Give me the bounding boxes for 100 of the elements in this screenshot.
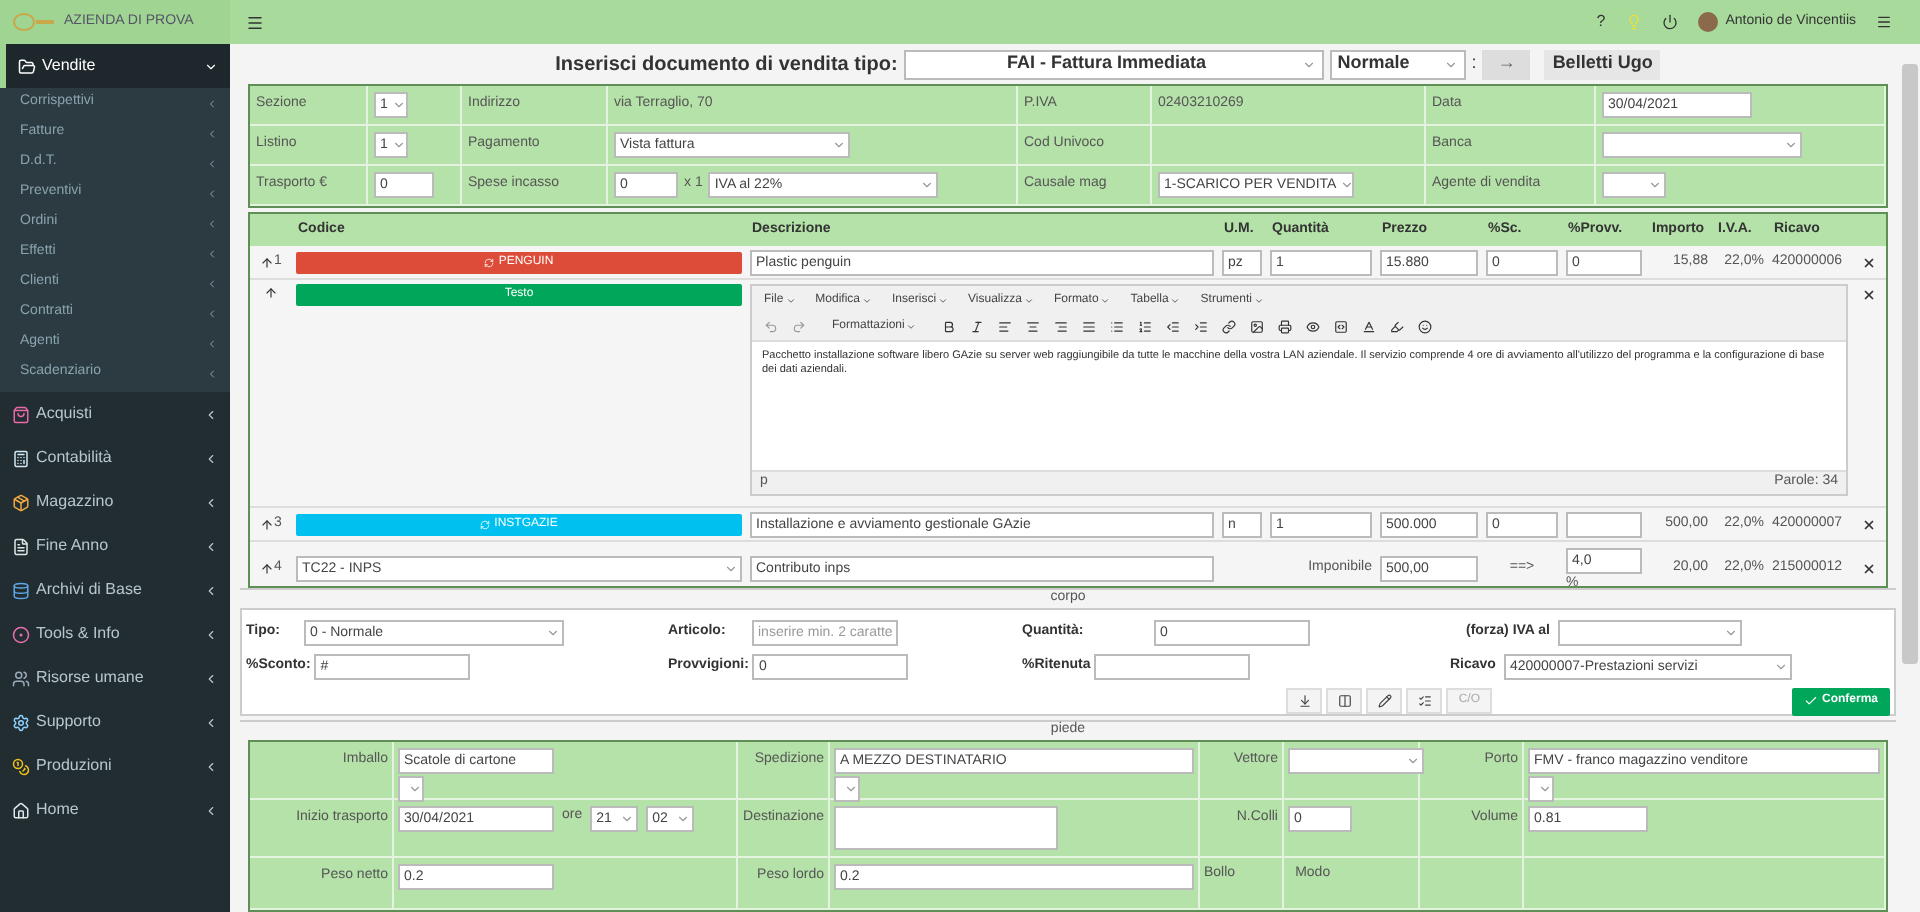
sidebar-item[interactable]: Contabilità	[0, 436, 230, 480]
input-field[interactable]	[1094, 654, 1251, 680]
chevron-left-icon	[204, 583, 218, 597]
sidebar-item[interactable]: Supporto	[0, 700, 230, 744]
chevron-left-icon	[206, 277, 218, 289]
sidebar-item[interactable]: Magazzino	[0, 480, 230, 524]
sidebar-item[interactable]: Vendite	[0, 44, 230, 88]
sidebar-item[interactable]: Acquisti	[0, 392, 230, 436]
chevron-down-icon	[920, 178, 935, 192]
chevron-left-icon	[204, 495, 218, 509]
caret-icon	[785, 295, 796, 305]
italic-icon[interactable]	[970, 320, 985, 334]
numbered-list-icon[interactable]	[1138, 320, 1153, 334]
home-icon	[12, 801, 30, 819]
sidebar-item[interactable]: Risorse umane	[0, 656, 230, 700]
doc-type-select[interactable]: FAI - Fattura Immediata	[903, 49, 1324, 79]
move-up-icon[interactable]	[260, 561, 275, 576]
chevron-down-icon	[1724, 626, 1738, 640]
people-icon	[12, 669, 30, 687]
code-icon[interactable]	[1334, 320, 1349, 334]
outdent-icon[interactable]	[1166, 320, 1181, 334]
justify-icon[interactable]	[1082, 320, 1097, 334]
columns-icon	[1337, 694, 1352, 708]
image-icon[interactable]	[1250, 320, 1265, 334]
tool-button[interactable]	[1366, 688, 1403, 714]
align-right-icon[interactable]	[1054, 320, 1069, 334]
remove-button[interactable]	[1860, 515, 1878, 533]
chevron-left-icon	[206, 157, 218, 169]
select-field[interactable]	[398, 776, 424, 802]
pencil-icon	[1377, 694, 1392, 708]
power-icon[interactable]	[1661, 14, 1678, 30]
select-field[interactable]	[1558, 620, 1742, 646]
chevron-down-icon	[1773, 660, 1788, 674]
chevron-down-icon	[832, 138, 846, 152]
chevron-down-icon	[1443, 57, 1458, 71]
eye-icon[interactable]	[1306, 320, 1321, 334]
customer-name: Belletti Ugo	[1544, 49, 1661, 79]
check-icon	[1803, 694, 1818, 708]
circle-icon	[12, 625, 30, 643]
sidebar-item[interactable]: Archivi di Base	[0, 568, 230, 612]
chevron-down-icon	[1784, 138, 1798, 152]
sidebar-item[interactable]: Home	[0, 788, 230, 832]
caret-icon	[1023, 295, 1034, 305]
select-field[interactable]	[834, 776, 860, 802]
bullet-list-icon[interactable]	[1110, 320, 1125, 334]
chevron-down-icon	[408, 782, 422, 796]
move-up-icon[interactable]	[260, 255, 275, 269]
calculator-icon	[12, 449, 30, 467]
link-icon[interactable]	[1222, 320, 1237, 334]
select-field[interactable]	[1288, 748, 1424, 774]
database-icon	[12, 581, 30, 599]
chevron-down-icon	[204, 59, 218, 73]
document-icon	[12, 537, 30, 555]
text-color-icon[interactable]	[1362, 320, 1377, 334]
go-button[interactable]: →	[1482, 49, 1531, 79]
sidebar-item[interactable]: Produzioni	[0, 744, 230, 788]
chevron-left-icon	[206, 307, 218, 319]
sidebar-item[interactable]: Tools & Info	[0, 612, 230, 656]
list-icon	[1417, 694, 1432, 708]
textarea-field[interactable]	[834, 806, 1058, 850]
select-field[interactable]	[1528, 776, 1554, 802]
caret-icon	[862, 295, 873, 305]
align-left-icon[interactable]	[998, 320, 1013, 334]
chevron-down-icon	[1538, 782, 1552, 796]
move-up-icon[interactable]	[264, 286, 278, 300]
tool-button[interactable]	[1406, 688, 1443, 714]
chevron-left-icon	[204, 715, 218, 729]
chevron-left-icon	[204, 627, 218, 641]
tool-button[interactable]	[1326, 688, 1363, 714]
select-field[interactable]	[1602, 132, 1802, 158]
remove-button[interactable]	[1860, 286, 1878, 304]
remove-button[interactable]	[1860, 559, 1878, 578]
bag-icon	[12, 405, 30, 423]
chevron-down-icon	[676, 812, 691, 826]
menu-icon[interactable]	[246, 14, 264, 32]
chevron-left-icon	[204, 451, 218, 465]
chevron-down-icon	[724, 561, 738, 576]
select-field[interactable]	[1602, 172, 1666, 198]
scrollbar[interactable]	[1902, 64, 1918, 664]
align-center-icon[interactable]	[1026, 320, 1041, 334]
caret-icon	[906, 322, 917, 332]
help-button[interactable]: ?	[1596, 10, 1606, 34]
bold-icon[interactable]	[942, 320, 957, 334]
print-icon[interactable]	[1278, 320, 1293, 334]
chevron-down-icon	[391, 98, 406, 112]
chevron-left-icon	[206, 337, 218, 349]
move-up-icon[interactable]	[260, 517, 275, 531]
input-field[interactable]	[1566, 511, 1642, 537]
chevron-down-icon	[1406, 754, 1420, 768]
tool-button[interactable]	[1286, 688, 1323, 714]
indent-icon[interactable]	[1194, 320, 1209, 334]
menu-icon[interactable]	[1876, 14, 1892, 30]
chevron-down-icon	[844, 782, 858, 796]
highlight-icon[interactable]	[1390, 320, 1405, 334]
sidebar-item[interactable]: Fine Anno	[0, 524, 230, 568]
refresh-icon	[480, 519, 491, 529]
remove-button[interactable]	[1860, 253, 1878, 271]
mode-select[interactable]: Normale	[1329, 49, 1466, 79]
separator-text: :	[1471, 50, 1477, 77]
smiley-icon[interactable]	[1418, 320, 1433, 334]
